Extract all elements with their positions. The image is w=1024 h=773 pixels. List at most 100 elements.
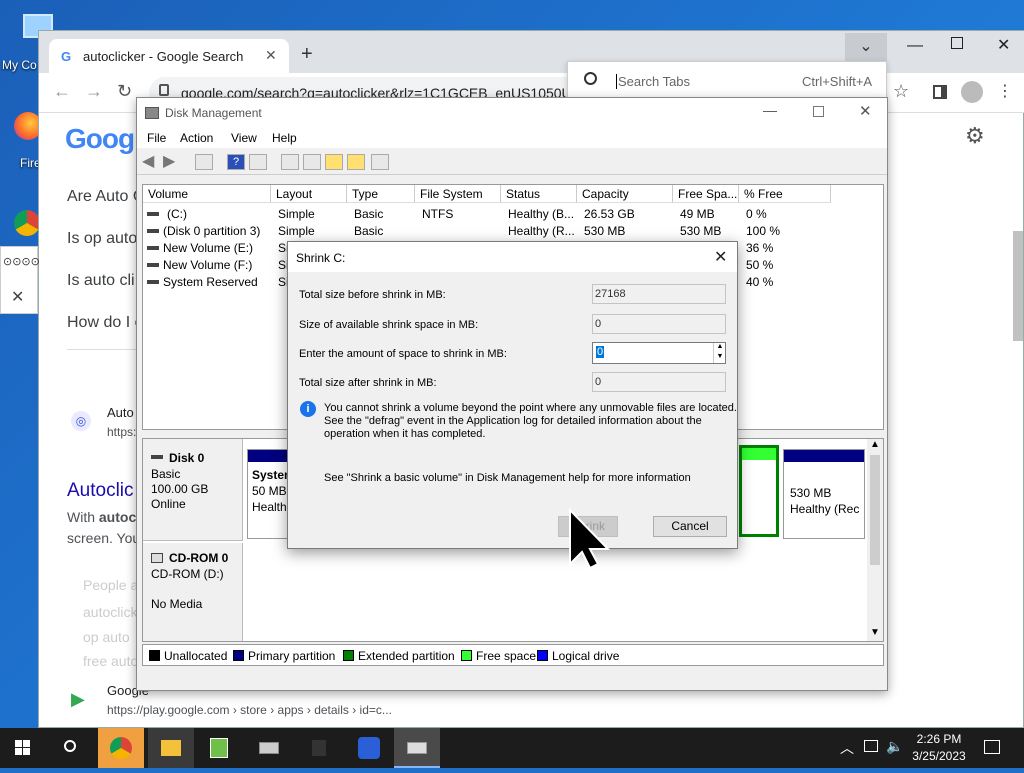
vertical-scrollbar[interactable]: ▲ ▼ bbox=[867, 439, 883, 641]
column-header[interactable]: Volume bbox=[143, 185, 271, 203]
back-arrow-icon[interactable]: ← bbox=[53, 81, 71, 102]
minimize-icon[interactable]: — bbox=[907, 37, 923, 55]
taskbar-autoclicker[interactable] bbox=[346, 728, 392, 768]
paa-question[interactable]: Are Auto C bbox=[67, 188, 144, 206]
back-arrow-icon[interactable]: ◀ bbox=[142, 151, 154, 171]
minimize-icon[interactable]: — bbox=[763, 102, 777, 118]
bookmark-star-icon[interactable]: ☆ bbox=[893, 81, 909, 102]
disk-management-icon bbox=[407, 742, 427, 754]
check-icon[interactable] bbox=[303, 154, 321, 170]
column-header[interactable]: Free Spa... bbox=[673, 185, 739, 203]
info-text-line-1: You cannot shrink a volume beyond the po… bbox=[324, 402, 737, 414]
side-panel-icon[interactable] bbox=[933, 85, 947, 99]
spin-up-icon[interactable]: ▲ bbox=[713, 343, 726, 353]
spin-down-icon[interactable]: ▼ bbox=[713, 353, 726, 363]
people-also-item[interactable]: autoclick bbox=[83, 604, 137, 620]
notification-icon[interactable] bbox=[984, 740, 1000, 754]
search-folder-icon[interactable] bbox=[347, 154, 365, 170]
info-text-line-3: operation when it has completed. bbox=[324, 428, 486, 440]
connect-icon[interactable] bbox=[281, 154, 299, 170]
scroll-up-icon[interactable]: ▲ bbox=[870, 439, 880, 450]
forward-arrow-icon[interactable]: → bbox=[85, 81, 103, 102]
tray-chevron-up-icon[interactable]: ︿ bbox=[840, 738, 854, 758]
settings-gear-icon[interactable]: ⚙ bbox=[965, 123, 985, 149]
column-header[interactable]: Layout bbox=[271, 185, 347, 203]
people-also-item[interactable]: free auto bbox=[83, 653, 138, 669]
table-row[interactable]: (C:) Simple Basic NTFS Healthy (B... 26.… bbox=[143, 206, 883, 223]
menu-help[interactable]: Help bbox=[272, 131, 297, 145]
maximize-icon[interactable] bbox=[813, 106, 824, 117]
view-icon[interactable] bbox=[249, 154, 267, 170]
tray-clock[interactable]: 2:26 PM 3/25/2023 bbox=[906, 732, 972, 766]
taskbar-disk-tool[interactable] bbox=[246, 728, 292, 768]
cdrom-label[interactable]: CD-ROM 0 CD-ROM (D:) No Media bbox=[143, 543, 243, 641]
disk0-label[interactable]: Disk 0 Basic 100.00 GB Online bbox=[143, 439, 243, 541]
tab-search-button[interactable]: ⌄ bbox=[845, 33, 887, 63]
taskbar-search-button[interactable] bbox=[48, 728, 94, 768]
column-header[interactable]: Type bbox=[347, 185, 415, 203]
google-logo[interactable]: Goog bbox=[65, 123, 135, 155]
window-close-icon[interactable]: ✕ bbox=[997, 35, 1010, 55]
cell-volume: (Disk 0 partition 3) bbox=[163, 224, 261, 238]
properties-icon[interactable] bbox=[195, 154, 213, 170]
taskbar-file-explorer[interactable] bbox=[148, 728, 194, 768]
partition-recovery[interactable]: 530 MB Healthy (Rec bbox=[783, 449, 865, 539]
dm-title-bar: Disk Management — ✕ bbox=[137, 98, 887, 128]
legend-label: Unallocated bbox=[164, 649, 228, 663]
cancel-button[interactable]: Cancel bbox=[653, 516, 727, 537]
taskbar-chrome[interactable] bbox=[98, 728, 144, 768]
volume-icon[interactable]: 🔈 bbox=[886, 738, 903, 755]
new-tab-button[interactable]: + bbox=[301, 43, 313, 66]
taskbar-app[interactable] bbox=[296, 728, 342, 768]
help-icon[interactable]: ? bbox=[227, 154, 245, 170]
paa-question[interactable]: Is op auto bbox=[67, 230, 137, 248]
cell-layout: Simple bbox=[278, 224, 315, 238]
menu-file[interactable]: File bbox=[147, 131, 166, 145]
taskbar-disk-management[interactable] bbox=[394, 728, 440, 768]
result-title-link[interactable]: Autoclic bbox=[67, 480, 134, 502]
dialog-close-icon[interactable]: ✕ bbox=[714, 247, 727, 267]
table-row[interactable]: (Disk 0 partition 3) Simple Basic Health… bbox=[143, 223, 883, 240]
column-header[interactable]: Status bbox=[501, 185, 577, 203]
list-icon[interactable] bbox=[371, 154, 389, 170]
reload-icon[interactable]: ↻ bbox=[117, 81, 132, 102]
chrome-tab-active[interactable]: G autoclicker - Google Search ✕ bbox=[49, 39, 289, 73]
dialog-title-bar: Shrink C: ✕ bbox=[288, 242, 737, 272]
scroll-down-icon[interactable]: ▼ bbox=[870, 627, 880, 638]
desktop-icon-chrome[interactable] bbox=[14, 210, 40, 240]
up-folder-icon[interactable] bbox=[325, 154, 343, 170]
legend-swatch bbox=[461, 650, 472, 661]
column-header[interactable]: % Free bbox=[739, 185, 831, 203]
scrollbar-thumb[interactable] bbox=[1013, 231, 1023, 341]
column-header[interactable]: File System bbox=[415, 185, 501, 203]
cell-status: Healthy (B... bbox=[508, 207, 575, 221]
forward-arrow-icon[interactable]: ▶ bbox=[163, 151, 175, 171]
start-button[interactable] bbox=[0, 728, 46, 768]
taskbar-notepad[interactable] bbox=[196, 728, 242, 768]
scrollbar-thumb[interactable] bbox=[870, 455, 880, 565]
shrink-amount-input[interactable]: 0 bbox=[596, 346, 605, 358]
volume-drive-icon bbox=[147, 229, 159, 233]
network-icon[interactable] bbox=[864, 740, 878, 752]
column-header[interactable]: Capacity bbox=[577, 185, 673, 203]
people-also-item[interactable]: op auto bbox=[83, 629, 130, 645]
paa-question[interactable]: How do I c bbox=[67, 314, 143, 332]
search-tabs-input[interactable]: Search Tabs bbox=[616, 74, 690, 89]
partition-extended[interactable] bbox=[739, 445, 779, 537]
shrink-amount-stepper[interactable]: 0 ▲ ▼ bbox=[592, 342, 726, 364]
profile-avatar[interactable] bbox=[961, 81, 983, 103]
paa-question[interactable]: Is auto cli bbox=[67, 272, 135, 290]
cell-capacity: 530 MB bbox=[584, 224, 626, 238]
maximize-icon[interactable] bbox=[951, 37, 963, 49]
close-icon[interactable]: ✕ bbox=[11, 287, 24, 307]
close-icon[interactable]: ✕ bbox=[265, 47, 277, 64]
people-also-item[interactable]: People a bbox=[83, 577, 138, 593]
partition-size: 50 MB bbox=[252, 484, 287, 498]
window-close-icon[interactable]: ✕ bbox=[859, 102, 872, 120]
menu-view[interactable]: View bbox=[231, 131, 257, 145]
menu-action[interactable]: Action bbox=[180, 131, 213, 145]
chrome-icon bbox=[110, 737, 132, 759]
snippet-text: With bbox=[67, 509, 99, 525]
play-url: https://play.google.com › store › apps ›… bbox=[107, 703, 392, 717]
menu-kebab-icon[interactable]: ⋮ bbox=[997, 81, 1013, 101]
